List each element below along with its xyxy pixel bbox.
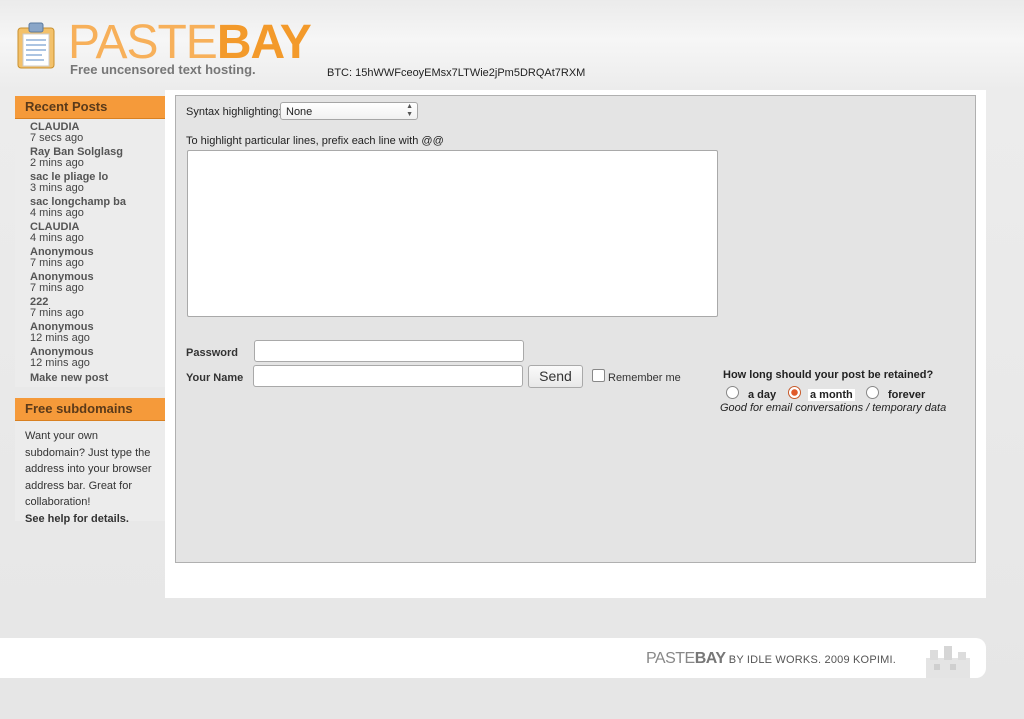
subdomains-info: Want your own subdomain? Just type the a… [15, 421, 165, 525]
recent-post-time: 7 mins ago [30, 307, 84, 319]
name-field[interactable] [253, 365, 523, 387]
header: PASTEBAY Free uncensored text hosting. B… [0, 0, 1024, 92]
select-arrows-icon: ▲ ▼ [406, 103, 413, 118]
list-item: sac le pliage lo 3 mins ago [30, 172, 165, 196]
password-field[interactable] [254, 340, 524, 362]
footer-logo-paste: PASTE [645, 650, 695, 667]
sidebar: Recent Posts CLAUDIA 7 secs ago Ray Ban S… [15, 96, 165, 525]
recent-posts-list: CLAUDIA 7 secs ago Ray Ban Solglasg 2 mins… [15, 119, 165, 387]
recent-post-time: 12 mins ago [30, 332, 90, 344]
clipboard-icon [17, 22, 55, 69]
retain-day-radio[interactable] [726, 386, 739, 399]
subdomains-header: Free subdomains [15, 398, 165, 421]
paste-form: Syntax highlighting: None ▲ ▼ To highligh… [175, 95, 976, 563]
retain-forever-label: forever [888, 389, 926, 401]
highlight-hint: To highlight particular lines, prefix ea… [186, 135, 444, 147]
list-item: Ray Ban Solglasg 2 mins ago [30, 147, 165, 171]
retain-month-label: a month [808, 389, 855, 401]
password-label: Password [186, 347, 238, 359]
help-link[interactable]: See help for details. [25, 513, 129, 525]
footer: PASTEBAY BY IDLE WORKS. 2009 KOPIMI. [0, 638, 986, 678]
list-item: CLAUDIA 7 secs ago [30, 122, 165, 146]
site-logo[interactable]: PASTEBAY [68, 18, 312, 68]
list-item: 222 7 mins ago [30, 297, 165, 321]
syntax-select[interactable]: None ▲ ▼ [280, 102, 418, 120]
syntax-selected-value: None [286, 106, 313, 118]
list-item: Anonymous 7 mins ago [30, 247, 165, 271]
retention-question: How long should your post be retained? [723, 369, 934, 381]
subdomains-box: Free subdomains Want your own subdomain?… [15, 398, 165, 525]
remember-label: Remember me [608, 372, 681, 384]
list-item: CLAUDIA 4 mins ago [30, 222, 165, 246]
send-button[interactable]: Send [528, 365, 583, 388]
footer-credit: PASTEBAY BY IDLE WORKS. 2009 KOPIMI. [646, 650, 896, 668]
btc-address: BTC: 15hWWFceoyEMsx7LTWie2jPm5DRQAt7RXM [327, 67, 586, 79]
retain-day-label: a day [748, 389, 777, 401]
tagline: Free uncensored text hosting. [70, 62, 256, 77]
castle-icon [926, 646, 970, 678]
subdomains-text: Want your own subdomain? Just type the a… [25, 430, 152, 508]
recent-post-time: 4 mins ago [30, 232, 84, 244]
retain-forever-radio[interactable] [866, 386, 879, 399]
recent-post-time: 12 mins ago [30, 357, 90, 369]
retain-month-radio[interactable] [788, 386, 801, 399]
recent-posts-header: Recent Posts [15, 96, 165, 119]
recent-post-time: 2 mins ago [30, 157, 84, 169]
footer-credit-text: BY IDLE WORKS. 2009 KOPIMI. [725, 654, 896, 666]
recent-post-time: 7 mins ago [30, 282, 84, 294]
make-new-post-link[interactable]: Make new post [30, 372, 165, 384]
recent-post-time: 3 mins ago [30, 182, 84, 194]
recent-post-time: 4 mins ago [30, 207, 84, 219]
footer-logo-bay: BAY [694, 650, 726, 667]
list-item: Anonymous 7 mins ago [30, 272, 165, 296]
list-item: Anonymous 12 mins ago [30, 347, 165, 371]
name-label: Your Name [186, 372, 244, 384]
list-item: Anonymous 12 mins ago [30, 322, 165, 346]
retention-note: Good for email conversations / temporary… [720, 402, 947, 414]
recent-post-time: 7 mins ago [30, 257, 84, 269]
syntax-label: Syntax highlighting: [186, 106, 282, 118]
code-textarea[interactable] [187, 150, 718, 317]
recent-post-time: 7 secs ago [30, 132, 84, 144]
list-item: sac longchamp ba 4 mins ago [30, 197, 165, 221]
remember-checkbox[interactable] [592, 369, 605, 382]
